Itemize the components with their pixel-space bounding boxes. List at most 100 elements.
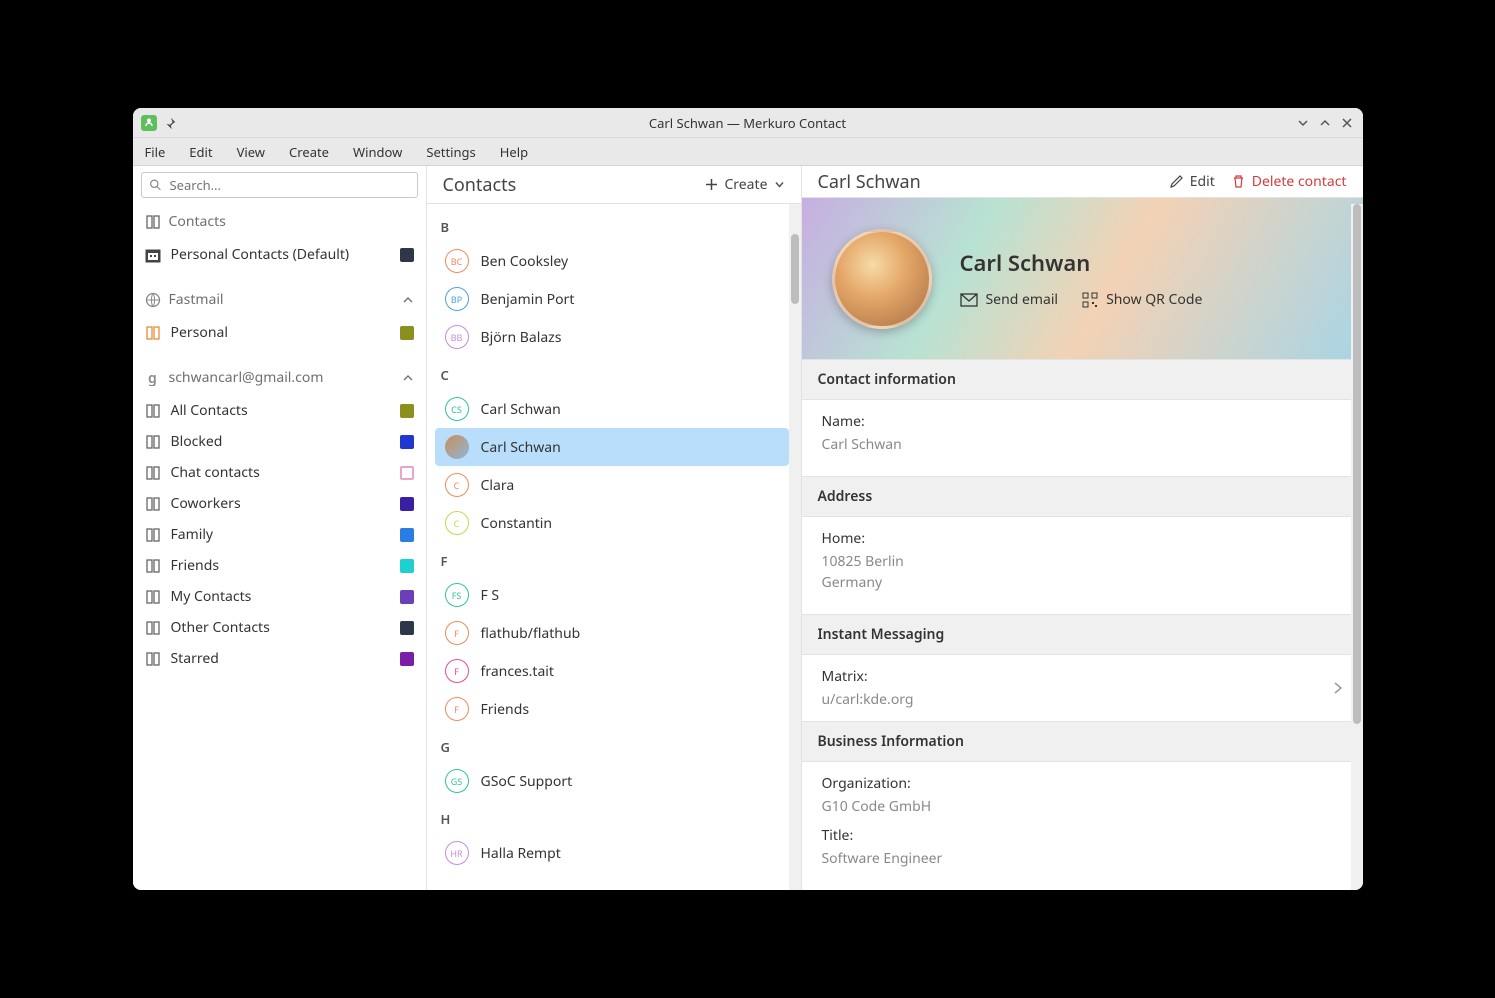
- address-type: Home:: [822, 529, 1343, 548]
- color-swatch: [400, 621, 414, 635]
- folder-row[interactable]: Personal Contacts (Default): [133, 239, 426, 270]
- contact-name: Carl Schwan: [481, 400, 561, 419]
- contact-row[interactable]: BPBenjamin Port: [435, 280, 789, 318]
- folder-row[interactable]: Starred: [133, 643, 426, 674]
- book-icon: [145, 496, 161, 512]
- contact-row[interactable]: CS Carl Schwan: [435, 390, 789, 428]
- folder-label: Friends: [171, 556, 390, 575]
- contact-row[interactable]: HRHalla Rempt: [435, 834, 789, 872]
- send-email-button[interactable]: Send email: [960, 290, 1059, 309]
- maximize-button[interactable]: [1319, 117, 1331, 129]
- contact-name: frances.tait: [481, 662, 554, 681]
- color-swatch: [400, 435, 414, 449]
- mail-icon: [960, 293, 978, 307]
- contact-name: Carl Schwan: [960, 248, 1203, 278]
- section-business: Business Information: [802, 721, 1363, 762]
- delete-button[interactable]: Delete contact: [1231, 172, 1347, 191]
- detail-scrollbar-thumb[interactable]: [1353, 204, 1361, 724]
- folder-row[interactable]: Personal: [133, 317, 426, 348]
- detail-scrollbar[interactable]: [1351, 204, 1363, 890]
- book-icon: [145, 465, 161, 481]
- contact-avatar: [832, 229, 932, 329]
- menu-edit[interactable]: Edit: [189, 143, 212, 161]
- book-icon: [145, 325, 161, 341]
- folder-row[interactable]: All Contacts: [133, 395, 426, 426]
- detail-title: Carl Schwan: [818, 170, 1153, 194]
- folder-row[interactable]: Chat contacts: [133, 457, 426, 488]
- folder-label: Personal: [171, 323, 390, 342]
- contact-row[interactable]: Carl Schwan: [435, 428, 789, 466]
- contact-row[interactable]: FFriends: [435, 690, 789, 728]
- create-button[interactable]: Create: [705, 175, 784, 194]
- contact-row[interactable]: Fflathub/flathub: [435, 614, 789, 652]
- contact-name: Constantin: [481, 514, 553, 533]
- trash-icon: [1231, 174, 1246, 189]
- folder-label: My Contacts: [171, 587, 390, 606]
- avatar-initials: FS: [445, 583, 469, 607]
- folder-row[interactable]: Family: [133, 519, 426, 550]
- org-label: Organization:: [822, 774, 1343, 793]
- contact-row[interactable]: BCBen Cooksley: [435, 242, 789, 280]
- chevron-up-icon: [402, 372, 414, 384]
- color-swatch: [400, 497, 414, 511]
- contact-name: Friends: [481, 700, 530, 719]
- avatar-initials: F: [445, 659, 469, 683]
- avatar-photo: [445, 435, 469, 459]
- search-icon: [149, 179, 162, 192]
- minimize-button[interactable]: [1297, 117, 1309, 129]
- pin-icon[interactable]: [163, 116, 177, 130]
- org-value: G10 Code GmbH: [822, 797, 1343, 816]
- section-im: Instant Messaging: [802, 614, 1363, 655]
- color-swatch: [400, 248, 414, 262]
- im-row[interactable]: Matrix: u/carl:kde.org: [802, 655, 1363, 721]
- sidebar-group-header[interactable]: Fastmail: [133, 282, 426, 317]
- contact-row[interactable]: FSF S: [435, 576, 789, 614]
- list-scrollbar[interactable]: [789, 204, 801, 890]
- chevron-up-icon: [402, 294, 414, 306]
- qr-button[interactable]: Show QR Code: [1082, 290, 1202, 309]
- list-scrollbar-thumb[interactable]: [791, 234, 799, 304]
- close-button[interactable]: [1341, 117, 1353, 129]
- contacts-title: Contacts: [443, 173, 706, 197]
- contact-row[interactable]: CClara: [435, 466, 789, 504]
- folder-row[interactable]: Blocked: [133, 426, 426, 457]
- group-label: Fastmail: [169, 290, 394, 309]
- app-window: Carl Schwan — Merkuro Contact File Edit …: [133, 108, 1363, 890]
- titlebar: Carl Schwan — Merkuro Contact: [133, 108, 1363, 138]
- folder-row[interactable]: Other Contacts: [133, 612, 426, 643]
- create-label: Create: [724, 175, 767, 194]
- sidebar-group-header[interactable]: g schwancarl@gmail.com: [133, 360, 426, 395]
- sidebar: Contacts Personal Contacts (Default) Fas…: [133, 166, 427, 890]
- menu-help[interactable]: Help: [500, 143, 528, 161]
- folder-row[interactable]: Coworkers: [133, 488, 426, 519]
- avatar-initials: CS: [445, 397, 469, 421]
- plus-icon: [705, 178, 718, 191]
- contact-name: Carl Schwan: [481, 438, 561, 457]
- color-swatch: [400, 466, 414, 480]
- letter-header: G: [435, 728, 789, 762]
- edit-button[interactable]: Edit: [1169, 172, 1215, 191]
- menu-window[interactable]: Window: [353, 143, 402, 161]
- menu-settings[interactable]: Settings: [426, 143, 475, 161]
- contact-row[interactable]: CConstantin: [435, 504, 789, 542]
- book-icon: [145, 620, 161, 636]
- menu-create[interactable]: Create: [289, 143, 329, 161]
- group-label: schwancarl@gmail.com: [169, 368, 394, 387]
- contact-row[interactable]: BBBjörn Balazs: [435, 318, 789, 356]
- search-input[interactable]: [141, 172, 418, 198]
- contact-row[interactable]: Ffrances.tait: [435, 652, 789, 690]
- contact-row[interactable]: GSGSoC Support: [435, 762, 789, 800]
- folder-row[interactable]: My Contacts: [133, 581, 426, 612]
- group-label: Contacts: [169, 212, 414, 231]
- menu-view[interactable]: View: [237, 143, 265, 161]
- menu-file[interactable]: File: [145, 143, 166, 161]
- letter-header: B: [435, 208, 789, 242]
- im-value: u/carl:kde.org: [822, 690, 1333, 709]
- avatar-initials: BB: [445, 325, 469, 349]
- contact-name: Benjamin Port: [481, 290, 575, 309]
- title-value: Software Engineer: [822, 849, 1343, 868]
- qr-icon: [1082, 292, 1098, 308]
- folder-row[interactable]: Friends: [133, 550, 426, 581]
- contact-hero: Carl Schwan Send email Show QR Code: [802, 198, 1363, 359]
- contacts-list-pane: Contacts Create BBCBen CooksleyBPBenjami…: [427, 166, 802, 890]
